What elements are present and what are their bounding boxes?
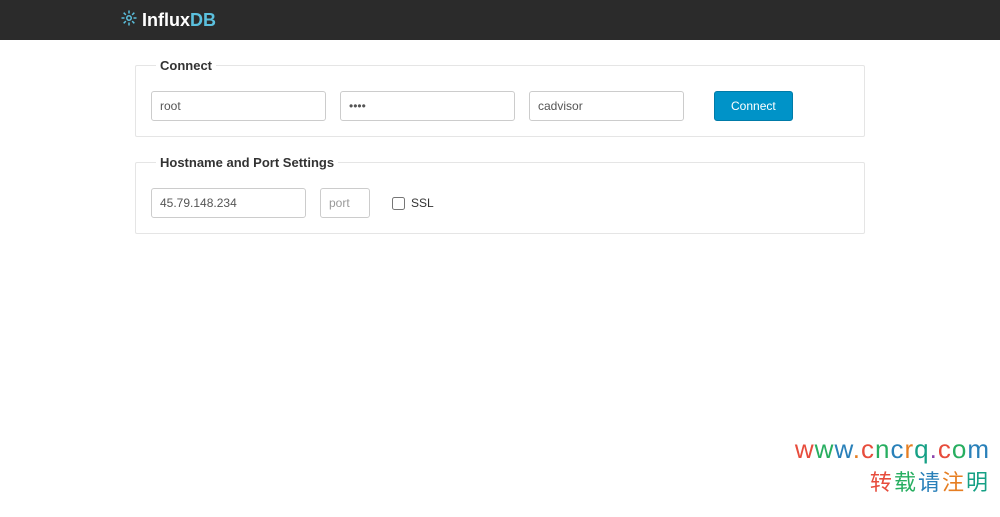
hostname-input[interactable] xyxy=(151,188,306,218)
username-input[interactable] xyxy=(151,91,326,121)
ssl-label[interactable]: SSL xyxy=(411,196,434,210)
watermark-url: www.cncrq.com xyxy=(795,434,990,465)
watermark-note: 转载请注明 xyxy=(795,465,990,497)
password-input[interactable] xyxy=(340,91,515,121)
connect-legend: Connect xyxy=(156,58,216,73)
navbar: InfluxDB xyxy=(0,0,1000,40)
watermark: www.cncrq.com 转载请注明 xyxy=(795,434,990,497)
brand-text: InfluxDB xyxy=(142,10,216,31)
connect-fieldset: Connect Connect xyxy=(135,58,865,137)
port-input[interactable] xyxy=(320,188,370,218)
ssl-checkbox[interactable] xyxy=(392,197,405,210)
database-input[interactable] xyxy=(529,91,684,121)
brand-logo[interactable]: InfluxDB xyxy=(120,9,216,32)
influxdb-logo-icon xyxy=(120,9,138,32)
host-settings-fieldset: Hostname and Port Settings SSL xyxy=(135,155,865,234)
host-settings-legend: Hostname and Port Settings xyxy=(156,155,338,170)
connect-button[interactable]: Connect xyxy=(714,91,793,121)
